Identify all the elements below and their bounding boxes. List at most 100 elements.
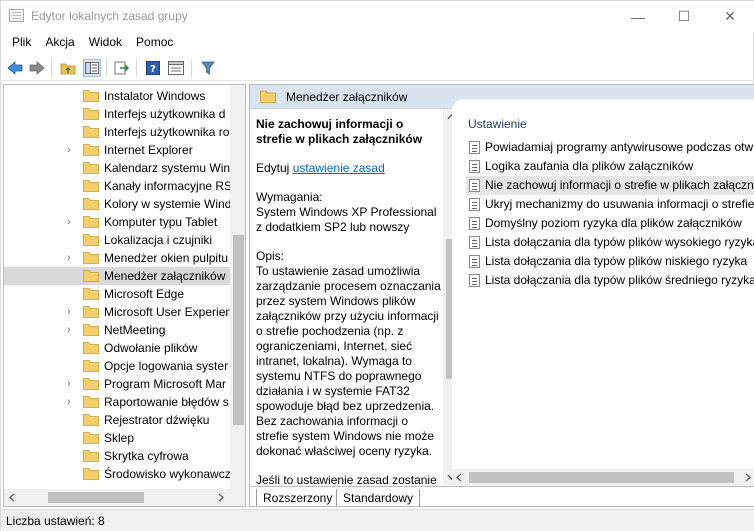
tree-item[interactable]: Kalendarz systemu Win <box>4 159 232 177</box>
setting-label: Ukryj mechanizmy do usuwania informacji … <box>485 197 754 211</box>
toolbar-separator <box>51 59 52 77</box>
tree-item[interactable]: › Internet Explorer <box>4 141 232 159</box>
setting-row[interactable]: Ukryj mechanizmy do usuwania informacji … <box>466 195 754 214</box>
tree-item[interactable]: › Raportowanie błędów s <box>4 393 232 411</box>
folder-icon <box>83 90 99 102</box>
folder-icon <box>83 324 99 336</box>
menu-pomoc[interactable]: Pomoc <box>129 32 180 54</box>
setting-row[interactable]: Lista dołączania dla typów plików wysoki… <box>466 233 754 252</box>
chevron-right-icon[interactable]: › <box>67 216 77 228</box>
tree-item[interactable]: Środowisko wykonawcz <box>4 465 232 483</box>
tree-item[interactable]: Odwołanie plików <box>4 339 232 357</box>
back-icon[interactable] <box>6 59 24 77</box>
folder-icon <box>83 252 99 264</box>
chevron-right-icon[interactable]: › <box>67 252 77 264</box>
settings-list[interactable]: Ustawienie Powiadamiaj programy antywiru… <box>452 99 754 485</box>
chevron-right-icon[interactable]: › <box>67 396 77 408</box>
tree-item-label: Menedżer załączników <box>104 269 226 283</box>
tree-item[interactable]: Sklep <box>4 429 232 447</box>
tree-item-label: NetMeeting <box>104 323 166 337</box>
forward-icon[interactable] <box>28 59 46 77</box>
scroll-thumb[interactable] <box>233 235 244 425</box>
setting-row[interactable]: Powiadamiaj programy antywirusowe podcza… <box>466 138 754 157</box>
folder-icon <box>83 180 99 192</box>
tree-horizontal-scrollbar[interactable] <box>4 489 245 506</box>
setting-row[interactable]: Lista dołączania dla typów plików niskie… <box>466 252 754 271</box>
tree-item-label: Menedżer okien pulpitu <box>104 251 229 265</box>
tree-item[interactable]: Skrytka cyfrowa <box>4 447 232 465</box>
tree-item[interactable]: Lokalizacja i czujniki <box>4 231 232 249</box>
policy-tree[interactable]: Instalator Windows Interfejs użytkownika … <box>3 84 246 507</box>
list-horizontal-scrollbar[interactable] <box>452 469 754 486</box>
extended-view-icon[interactable] <box>167 59 185 77</box>
scroll-thumb[interactable] <box>469 472 734 483</box>
chevron-right-icon[interactable]: › <box>67 144 77 156</box>
tree-item[interactable]: Rejestrator dźwięku <box>4 411 232 429</box>
edit-policy-link[interactable]: ustawienie zasad <box>293 161 385 175</box>
filter-icon[interactable] <box>199 59 217 77</box>
chevron-right-icon[interactable]: › <box>67 324 77 336</box>
setting-label: Domyślny poziom ryzyka dla plików załącz… <box>485 216 742 230</box>
show-hide-tree-icon[interactable] <box>83 59 101 77</box>
title-bar[interactable]: Edytor lokalnych zasad grupy — ☐ ✕ <box>1 1 754 32</box>
tree-item-label: Odwołanie plików <box>104 341 198 355</box>
chevron-right-icon[interactable]: › <box>67 306 77 318</box>
maximize-button[interactable]: ☐ <box>661 1 707 32</box>
tab-extended[interactable]: Rozszerzony <box>256 489 340 506</box>
tree-vertical-scrollbar[interactable] <box>230 85 245 489</box>
tree-item-label: Kolory w systemie Wind <box>104 197 232 211</box>
tree-item[interactable]: Kanały informacyjne RS <box>4 177 232 195</box>
tree-item[interactable]: Interfejs użytkownika ro <box>4 123 232 141</box>
tree-item-label: Instalator Windows <box>104 89 206 103</box>
tree-item-label: Internet Explorer <box>104 143 193 157</box>
export-list-icon[interactable] <box>113 59 131 77</box>
help-icon[interactable]: ? <box>144 59 162 77</box>
tree-item[interactable]: Opcje logowania syster <box>4 357 232 375</box>
policy-setting-icon <box>469 141 480 154</box>
tree-item[interactable]: Microsoft Edge <box>4 285 232 303</box>
tree-item[interactable]: › NetMeeting <box>4 321 232 339</box>
menu-widok[interactable]: Widok <box>82 32 129 54</box>
policy-setting-icon <box>469 236 480 249</box>
scroll-left-icon[interactable] <box>9 493 15 502</box>
scroll-left-icon[interactable] <box>456 473 462 482</box>
scroll-right-icon[interactable] <box>218 493 224 502</box>
tree-item[interactable]: › Microsoft User Experien <box>4 303 232 321</box>
policy-setting-icon <box>469 179 480 192</box>
menu-bar: Plik Akcja Widok Pomoc <box>1 32 754 54</box>
status-bar: Liczba ustawień: 8 <box>1 509 754 531</box>
tree-item[interactable]: › Komputer typu Tablet <box>4 213 232 231</box>
category-title: Menedżer załączników <box>286 90 408 104</box>
tree-item[interactable]: Menedżer załączników <box>4 267 232 285</box>
tab-standard[interactable]: Standardowy <box>336 489 421 506</box>
column-header-setting[interactable]: Ustawienie <box>468 117 527 131</box>
maximize-icon: ☐ <box>677 8 691 24</box>
details-pane: Menedżer załączników Nie zachowuj inform… <box>249 84 754 507</box>
folder-icon <box>83 378 99 390</box>
setting-row[interactable]: Lista dołączania dla typów plików średni… <box>466 271 754 290</box>
folder-icon <box>83 432 99 444</box>
scroll-thumb[interactable] <box>48 492 144 503</box>
tree-item-label: Opcje logowania syster <box>104 359 229 373</box>
folder-icon <box>83 414 99 426</box>
tree-item[interactable]: › Program Microsoft Mar <box>4 375 232 393</box>
setting-row[interactable]: Nie zachowuj informacji o strefie w plik… <box>466 176 754 195</box>
description-text: To ustawienie zasad umożliwia zarządzani… <box>256 264 441 458</box>
setting-row[interactable]: Domyślny poziom ryzyka dla plików załącz… <box>466 214 754 233</box>
menu-plik[interactable]: Plik <box>5 32 38 54</box>
minimize-icon: — <box>631 8 645 25</box>
minimize-button[interactable]: — <box>615 1 661 32</box>
scroll-right-icon[interactable] <box>745 473 751 482</box>
up-folder-icon[interactable] <box>59 59 77 77</box>
tree-item[interactable]: Instalator Windows <box>4 87 232 105</box>
folder-icon <box>83 468 99 480</box>
toolbar-separator <box>191 59 192 77</box>
tree-item[interactable]: › Menedżer okien pulpitu <box>4 249 232 267</box>
chevron-right-icon[interactable]: › <box>67 378 77 390</box>
setting-label: Powiadamiaj programy antywirusowe podcza… <box>485 140 754 154</box>
setting-row[interactable]: Logika zaufania dla plików załączników <box>466 157 754 176</box>
tree-item[interactable]: Interfejs użytkownika d <box>4 105 232 123</box>
tree-item[interactable]: Kolory w systemie Wind <box>4 195 232 213</box>
close-button[interactable]: ✕ <box>707 1 753 32</box>
menu-akcja[interactable]: Akcja <box>38 32 81 54</box>
